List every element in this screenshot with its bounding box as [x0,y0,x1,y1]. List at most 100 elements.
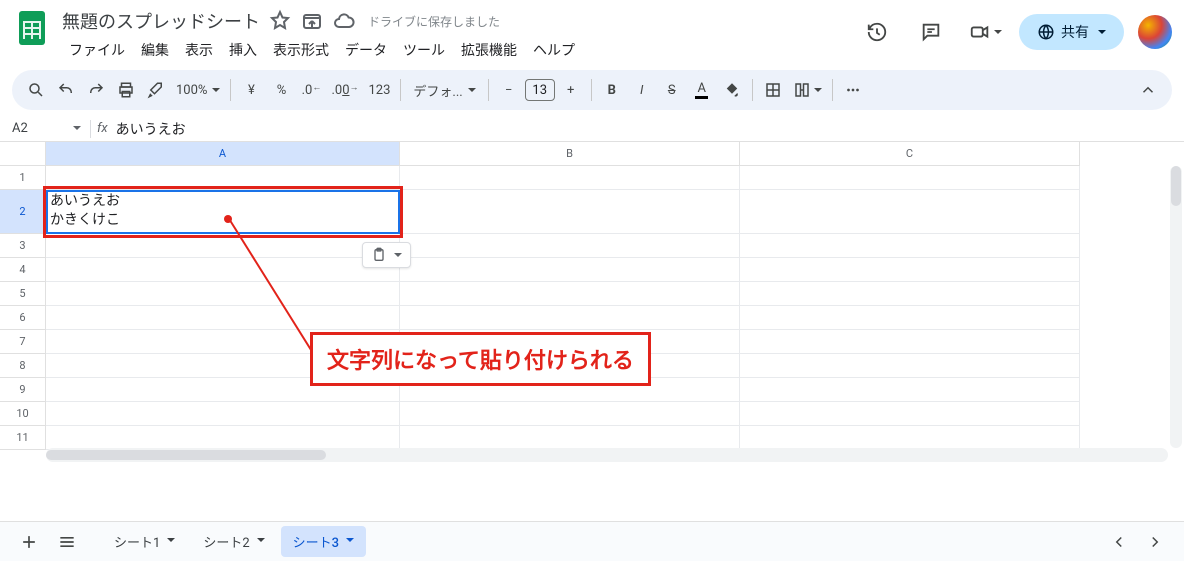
cell-A10[interactable] [46,402,400,426]
cell-B3[interactable] [400,234,740,258]
row-header-1[interactable]: 1 [0,166,46,190]
column-header-A[interactable]: A [46,142,400,166]
column-header-C[interactable]: C [740,142,1080,166]
row-header-2[interactable]: 2 [0,190,46,234]
select-all-corner[interactable] [0,142,46,166]
row-header-6[interactable]: 6 [0,306,46,330]
row-header-10[interactable]: 10 [0,402,46,426]
font-size-decrease[interactable]: − [495,76,523,104]
row-header-11[interactable]: 11 [0,426,46,450]
sheet-tab-シート1[interactable]: シート1 [102,526,187,557]
cell-C7[interactable] [740,330,1080,354]
currency-button[interactable]: ¥ [237,76,265,104]
cell-C10[interactable] [740,402,1080,426]
formula-input[interactable]: あいうえお [116,119,1184,139]
undo-icon[interactable] [52,76,80,104]
name-box-dropdown-icon[interactable] [66,121,84,136]
percent-button[interactable]: % [267,76,295,104]
menu-拡張機能[interactable]: 拡張機能 [454,36,524,64]
merge-button[interactable] [789,76,826,104]
history-icon[interactable] [857,12,897,52]
menu-表示形式[interactable]: 表示形式 [266,36,336,64]
menu-編集[interactable]: 編集 [134,36,176,64]
paste-options-button[interactable] [362,242,411,268]
meet-icon[interactable] [965,12,1005,52]
font-size-input[interactable]: 13 [525,79,555,101]
sheets-logo[interactable] [12,8,52,48]
sheet-tab-dropdown-icon[interactable] [254,536,265,547]
collapse-toolbar-icon[interactable] [1134,76,1162,104]
row-header-4[interactable]: 4 [0,258,46,282]
cell-B6[interactable] [400,306,740,330]
cell-B10[interactable] [400,402,740,426]
sheet-tab-シート3[interactable]: シート3 [281,526,366,557]
name-box[interactable]: A2 [8,119,66,138]
sheet-nav-right-icon[interactable] [1140,527,1170,557]
row-header-3[interactable]: 3 [0,234,46,258]
cell-B11[interactable] [400,426,740,450]
zoom-select[interactable]: 100% [172,76,224,104]
increase-decimal-button[interactable]: .00→ [327,76,362,104]
vertical-scrollbar[interactable] [1170,166,1182,448]
cell-C11[interactable] [740,426,1080,450]
star-icon[interactable] [268,9,292,33]
cell-C3[interactable] [740,234,1080,258]
cell-B1[interactable] [400,166,740,190]
cell-C8[interactable] [740,354,1080,378]
cell-C5[interactable] [740,282,1080,306]
horizontal-scrollbar[interactable] [46,448,1168,462]
cloud-icon[interactable] [332,9,356,33]
sheet-nav-left-icon[interactable] [1104,527,1134,557]
bold-button[interactable]: B [598,76,626,104]
search-menus-icon[interactable] [22,76,50,104]
all-sheets-button[interactable] [52,527,82,557]
cell-B5[interactable] [400,282,740,306]
menu-データ[interactable]: データ [338,36,394,64]
sheet-tab-シート2[interactable]: シート2 [191,526,276,557]
fill-color-button[interactable] [718,76,746,104]
cell-A5[interactable] [46,282,400,306]
cell-B4[interactable] [400,258,740,282]
font-select[interactable]: デフォ... [407,76,481,104]
cell-C6[interactable] [740,306,1080,330]
cell-A1[interactable] [46,166,400,190]
more-formats-button[interactable]: 123 [365,76,395,104]
sheet-tab-dropdown-icon[interactable] [164,536,175,547]
cell-B2[interactable] [400,190,740,234]
menu-表示[interactable]: 表示 [178,36,220,64]
menu-ファイル[interactable]: ファイル [62,36,132,64]
cell-A11[interactable] [46,426,400,450]
paint-format-icon[interactable] [142,76,170,104]
cell-A6[interactable] [46,306,400,330]
cell-A3[interactable] [46,234,400,258]
text-color-button[interactable]: A [688,76,716,104]
italic-button[interactable]: I [628,76,656,104]
cell-C2[interactable] [740,190,1080,234]
column-header-B[interactable]: B [400,142,740,166]
cell-C1[interactable] [740,166,1080,190]
comment-icon[interactable] [911,12,951,52]
more-toolbar-icon[interactable] [839,76,867,104]
share-button[interactable]: 共有 [1019,14,1124,50]
move-icon[interactable] [300,9,324,33]
font-size-increase[interactable]: + [557,76,585,104]
strike-button[interactable]: S [658,76,686,104]
cell-A2[interactable]: あいうえお かきくけこ [46,190,400,234]
row-header-9[interactable]: 9 [0,378,46,402]
row-header-8[interactable]: 8 [0,354,46,378]
account-avatar[interactable] [1138,15,1172,49]
menu-挿入[interactable]: 挿入 [222,36,264,64]
redo-icon[interactable] [82,76,110,104]
borders-button[interactable] [759,76,787,104]
menu-ツール[interactable]: ツール [396,36,452,64]
print-icon[interactable] [112,76,140,104]
menu-ヘルプ[interactable]: ヘルプ [526,36,582,64]
doc-title[interactable]: 無題のスプレッドシート [62,8,260,34]
spreadsheet-grid[interactable]: ABC 1234567891011 あいうえお かきくけこ 文字列になって貼り付… [0,142,1184,502]
cell-C9[interactable] [740,378,1080,402]
row-header-7[interactable]: 7 [0,330,46,354]
row-header-5[interactable]: 5 [0,282,46,306]
add-sheet-button[interactable] [14,527,44,557]
decrease-decimal-button[interactable]: .0← [297,76,325,104]
sheet-tab-dropdown-icon[interactable] [343,536,354,547]
